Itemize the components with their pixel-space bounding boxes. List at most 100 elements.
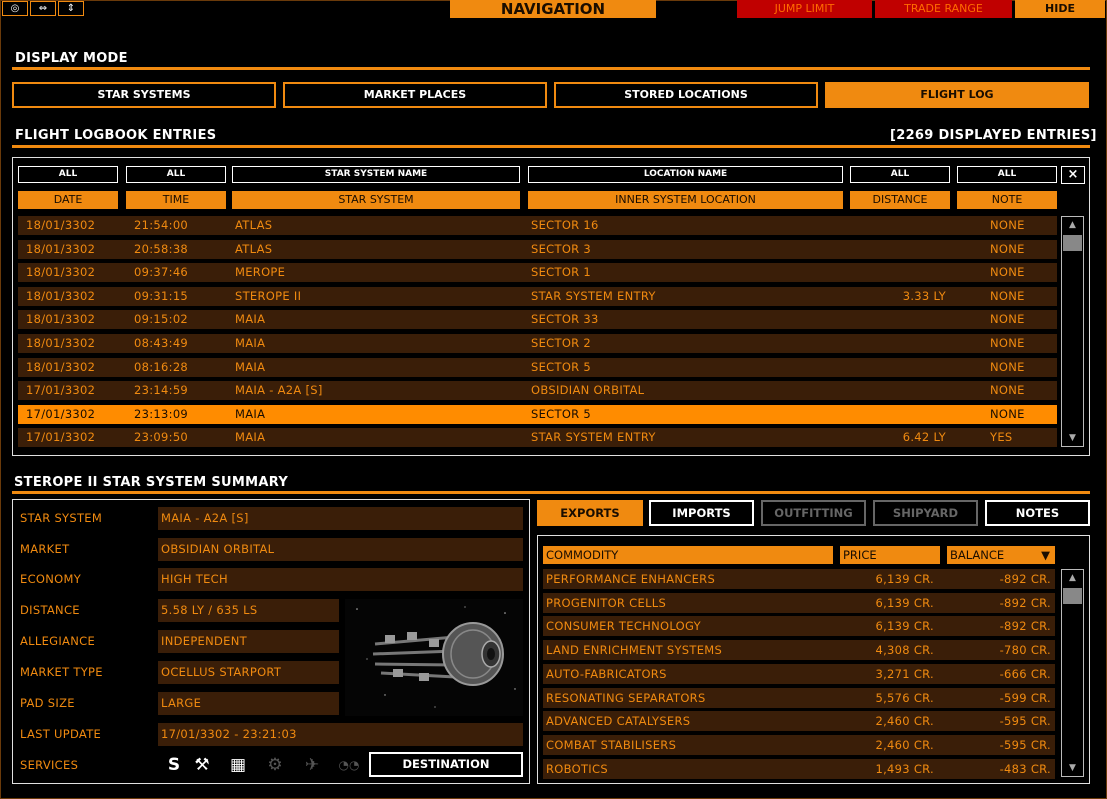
target-icon[interactable]: ◎ xyxy=(2,1,28,16)
location-column-header[interactable]: INNER SYSTEM LOCATION xyxy=(528,191,843,209)
note-cell: NONE xyxy=(990,406,1025,421)
tab-imports[interactable]: IMPORTS xyxy=(649,500,754,526)
scroll-down-icon[interactable]: ▼ xyxy=(1062,762,1083,774)
list-item[interactable]: RESONATING SEPARATORS 5,576 CR. -599 CR. xyxy=(543,687,1055,708)
note-cell: NONE xyxy=(990,383,1025,398)
star-system-column-header[interactable]: STAR SYSTEM xyxy=(232,191,520,209)
flight-log-button[interactable]: FLIGHT LOG xyxy=(825,82,1089,108)
date-cell: 18/01/3302 xyxy=(26,241,96,256)
sort-descending-icon: ▼ xyxy=(1041,548,1050,562)
commodity-column-header[interactable]: COMMODITY xyxy=(543,546,833,564)
tab-shipyard[interactable]: SHIPYARD xyxy=(873,500,978,526)
logbook-scrollbar[interactable]: ▲ ▼ xyxy=(1061,216,1084,447)
outfitting-gear-icon[interactable]: ⚙ xyxy=(264,754,286,776)
star-system-filter[interactable]: STAR SYSTEM NAME xyxy=(232,166,520,183)
table-row-selected[interactable]: 17/01/3302 23:13:09 MAIA SECTOR 5 NONE xyxy=(18,404,1057,424)
commodity-balance: -892 CR. xyxy=(999,595,1051,610)
time-cell: 23:13:09 xyxy=(134,406,189,421)
location-cell: SECTOR 2 xyxy=(531,336,592,350)
field-label: MARKET TYPE xyxy=(20,665,103,679)
note-filter[interactable]: ALL xyxy=(957,166,1057,183)
commodity-price: 5,576 CR. xyxy=(875,690,934,705)
stored-locations-button[interactable]: STORED LOCATIONS xyxy=(554,82,818,108)
table-row[interactable]: 18/01/3302 09:15:02 MAIA SECTOR 33 NONE xyxy=(18,310,1057,330)
date-cell: 17/01/3302 xyxy=(26,430,96,445)
list-item[interactable]: PROGENITOR CELLS 6,139 CR. -892 CR. xyxy=(543,592,1055,613)
date-column-header[interactable]: DATE xyxy=(18,191,118,209)
destination-button[interactable]: DESTINATION xyxy=(369,752,523,777)
star-systems-button[interactable]: STAR SYSTEMS xyxy=(12,82,276,108)
list-item[interactable]: CONSUMER TECHNOLOGY 6,139 CR. -892 CR. xyxy=(543,616,1055,637)
table-row[interactable]: 18/01/3302 09:31:15 STEROPE II STAR SYSTEM … xyxy=(18,286,1057,306)
trade-range-button[interactable]: TRADE RANGE xyxy=(875,0,1012,18)
balance-label: BALANCE xyxy=(950,548,1005,562)
shipyard-s-icon[interactable]: S xyxy=(163,754,185,776)
black-market-glasses-icon[interactable]: ◔◔ xyxy=(335,754,363,776)
market-places-button[interactable]: MARKET PLACES xyxy=(283,82,547,108)
note-cell: YES xyxy=(990,430,1013,445)
date-cell: 18/01/3302 xyxy=(26,218,96,232)
date-cell: 17/01/3302 xyxy=(26,406,96,421)
commodity-price: 3,271 CR. xyxy=(875,666,934,681)
commodity-balance: -595 CR. xyxy=(999,737,1051,752)
logbook-heading: FLIGHT LOGBOOK ENTRIES xyxy=(15,128,217,143)
distance-filter[interactable]: ALL xyxy=(850,166,950,183)
scroll-up-icon[interactable]: ▲ xyxy=(1062,572,1083,584)
list-item[interactable]: ROBOTICS 1,493 CR. -483 CR. xyxy=(543,758,1055,779)
list-item[interactable]: LAND ENRICHMENT SYSTEMS 4,308 CR. -780 CR. xyxy=(543,640,1055,661)
list-item[interactable]: ADVANCED CATALYSERS 2,460 CR. -595 CR. xyxy=(543,711,1055,732)
table-row[interactable]: 18/01/3302 09:37:46 MEROPE SECTOR 1 NONE xyxy=(18,263,1057,283)
distance-column-header[interactable]: DISTANCE xyxy=(850,191,950,209)
system-cell: MAIA - A2A [S] xyxy=(235,383,323,398)
scroll-down-icon[interactable]: ▼ xyxy=(1062,432,1083,444)
date-cell: 17/01/3302 xyxy=(26,383,96,398)
commodity-price: 6,139 CR. xyxy=(875,572,934,586)
table-row[interactable]: 17/01/3302 23:09:50 MAIA STAR SYSTEM ENTRY 6… xyxy=(18,428,1057,448)
table-row[interactable]: 18/01/3302 08:43:49 MAIA SECTOR 2 NONE xyxy=(18,334,1057,353)
window-title: NAVIGATION xyxy=(450,0,656,18)
display-mode-heading: DISPLAY MODE xyxy=(15,51,128,66)
jump-limit-button[interactable]: JUMP LIMIT xyxy=(737,0,872,18)
list-item[interactable]: AUTO-FABRICATORS 3,271 CR. -666 CR. xyxy=(543,663,1055,684)
note-column-header[interactable]: NOTE xyxy=(957,191,1057,209)
market-icon[interactable]: ▦ xyxy=(227,754,249,776)
table-row[interactable]: 18/01/3302 08:16:28 MAIA SECTOR 5 NONE xyxy=(18,357,1057,377)
resize-horizontal-icon[interactable]: ⇔ xyxy=(30,1,56,16)
commodity-name: RESONATING SEPARATORS xyxy=(546,690,706,705)
list-item[interactable]: COMBAT STABILISERS 2,460 CR. -595 CR. xyxy=(543,734,1055,755)
table-row[interactable]: 18/01/3302 20:58:38 ATLAS SECTOR 3 NONE xyxy=(18,239,1057,259)
distance-value: 5.58 LY / 635 LS xyxy=(158,599,339,622)
balance-column-header[interactable]: BALANCE ▼ xyxy=(947,546,1055,564)
scroll-up-icon[interactable]: ▲ xyxy=(1062,219,1083,231)
ship-icon[interactable]: ✈ xyxy=(301,754,323,776)
location-filter[interactable]: LOCATION NAME xyxy=(528,166,843,183)
tab-notes[interactable]: NOTES xyxy=(985,500,1090,526)
system-cell: MAIA xyxy=(235,430,266,445)
field-label: MARKET xyxy=(20,542,70,556)
time-cell: 20:58:38 xyxy=(134,241,189,256)
resize-vertical-icon[interactable]: ⇕ xyxy=(58,1,84,16)
price-column-header[interactable]: PRICE xyxy=(840,546,940,564)
tab-outfitting[interactable]: OUTFITTING xyxy=(761,500,866,526)
table-row[interactable]: 18/01/3302 21:54:00 ATLAS SECTOR 16 NONE xyxy=(18,216,1057,235)
commodity-name: AUTO-FABRICATORS xyxy=(546,666,667,681)
scroll-thumb[interactable] xyxy=(1063,235,1082,251)
scroll-thumb[interactable] xyxy=(1063,588,1082,604)
clear-filters-icon[interactable]: × xyxy=(1061,166,1085,184)
time-filter[interactable]: ALL xyxy=(126,166,226,183)
tab-exports[interactable]: EXPORTS xyxy=(537,500,643,526)
repair-tools-icon[interactable]: ⚒ xyxy=(191,754,213,776)
divider xyxy=(12,67,1090,70)
commodity-name: PERFORMANCE ENHANCERS xyxy=(546,572,716,586)
location-cell: STAR SYSTEM ENTRY xyxy=(531,288,656,303)
commodity-price: 2,460 CR. xyxy=(875,714,934,729)
commodity-price: 1,493 CR. xyxy=(875,761,934,776)
list-item[interactable]: PERFORMANCE ENHANCERS 6,139 CR. -892 CR. xyxy=(543,569,1055,589)
hide-button[interactable]: HIDE xyxy=(1015,0,1105,18)
time-column-header[interactable]: TIME xyxy=(126,191,226,209)
market-value: OBSIDIAN ORBITAL xyxy=(158,538,523,561)
table-row[interactable]: 17/01/3302 23:14:59 MAIA - A2A [S] OBSIDIAN… xyxy=(18,381,1057,401)
commodity-scrollbar[interactable]: ▲ ▼ xyxy=(1061,569,1084,777)
location-cell: STAR SYSTEM ENTRY xyxy=(531,430,656,445)
date-filter[interactable]: ALL xyxy=(18,166,118,183)
